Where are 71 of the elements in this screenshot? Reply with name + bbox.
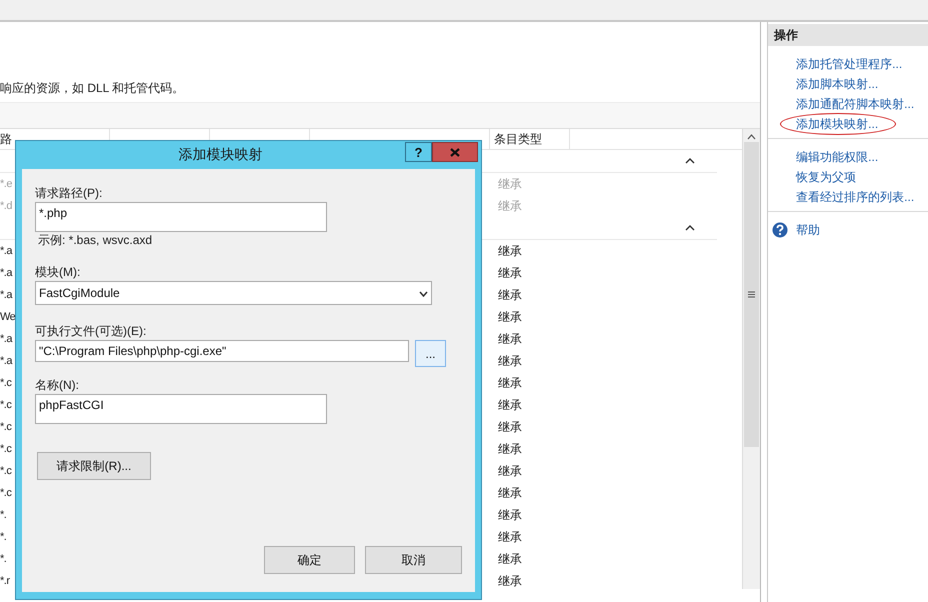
action-link[interactable]: 查看经过排序的列表...: [796, 188, 914, 206]
entry-type-cell: 继承: [498, 464, 522, 478]
entry-type-cell: 继承: [498, 266, 522, 280]
entry-type-cell: 继承: [498, 530, 522, 544]
entry-type-cell: 继承: [498, 442, 522, 456]
entry-type-cell: 继承: [498, 288, 522, 302]
entry-type-cell: 继承: [498, 420, 522, 434]
entry-type-cell: 继承: [498, 244, 522, 258]
action-link[interactable]: 帮助: [796, 222, 820, 238]
entry-type-cell: 继承: [498, 398, 522, 412]
entry-type-cell: 继承: [498, 486, 522, 500]
close-button[interactable]: [432, 142, 478, 162]
field-label: 请求路径(P):: [35, 185, 104, 202]
action-link[interactable]: 添加脚本映射...: [796, 76, 878, 92]
path-cell: *.a: [0, 245, 12, 257]
executable-field[interactable]: "C:\Program Files\php\php-cgi.exe": [35, 340, 409, 362]
path-cell: *.: [0, 553, 6, 565]
path-cell: *.c: [0, 487, 12, 499]
path-cell: *.d: [0, 200, 12, 212]
path-cell: *.a: [0, 267, 12, 279]
path-cell: *.c: [0, 465, 12, 477]
browse-button[interactable]: ...: [415, 340, 446, 367]
entry-type-cell: 继承: [498, 376, 522, 390]
cancel-button[interactable]: 取消: [365, 546, 462, 574]
module-dropdown[interactable]: FastCgiModule: [35, 281, 432, 305]
entry-type-cell: 继承: [498, 508, 522, 522]
action-link[interactable]: 添加模块映射...: [796, 116, 878, 132]
scrollbar[interactable]: [742, 129, 760, 589]
ok-button[interactable]: 确定: [264, 546, 355, 574]
path-cell: *.c: [0, 399, 12, 411]
path-cell: *.a: [0, 289, 12, 301]
path-cell: *.a: [0, 355, 12, 367]
text-field[interactable]: phpFastCGI: [35, 394, 327, 424]
entry-type-cell: 继承: [498, 198, 522, 212]
scroll-thumb[interactable]: [744, 142, 760, 447]
field-label: 可执行文件(可选)(E):: [35, 323, 148, 340]
dialog-title: 添加模块映射: [178, 146, 264, 164]
entry-type-cell: 继承: [498, 332, 522, 346]
scroll-up-icon[interactable]: [747, 134, 756, 140]
entry-type-cell: 继承: [498, 354, 522, 368]
entry-type-cell: 继承: [498, 552, 522, 566]
path-cell: *.r: [0, 575, 10, 587]
action-link[interactable]: 恢复为父项: [796, 168, 856, 186]
help-button[interactable]: ?: [405, 142, 432, 162]
entry-type-cell: 继承: [498, 310, 522, 324]
field-label: 模块(M):: [35, 264, 82, 281]
path-cell: *.c: [0, 443, 12, 455]
hint-text: 示例: *.bas, wsvc.axd: [38, 232, 154, 248]
field-label: 名称(N):: [35, 377, 80, 394]
path-cell: *.e: [0, 178, 12, 190]
path-cell: *.c: [0, 421, 12, 433]
collapse-icon[interactable]: [685, 158, 696, 164]
column-header[interactable]: 条目类型: [494, 132, 542, 146]
action-link[interactable]: 添加通配符脚本映射...: [796, 96, 914, 112]
actions-title: 操作: [768, 24, 928, 46]
close-icon[interactable]: [450, 148, 460, 156]
help-icon[interactable]: [772, 222, 788, 238]
path-cell: We: [0, 311, 16, 323]
collapse-icon[interactable]: [685, 225, 696, 231]
action-link[interactable]: 添加托管处理程序...: [796, 56, 902, 72]
request-restrictions-button[interactable]: 请求限制(R)...: [37, 452, 151, 480]
description-text: 响应的资源，如 DLL 和托管代码。: [0, 80, 186, 97]
entry-type-cell: 继承: [498, 176, 522, 190]
column-header[interactable]: 路: [0, 132, 12, 146]
entry-type-cell: 继承: [498, 574, 522, 588]
text-field[interactable]: *.php: [35, 202, 327, 232]
path-cell: *.: [0, 531, 6, 543]
path-cell: *.: [0, 509, 6, 521]
action-link[interactable]: 编辑功能权限...: [796, 148, 878, 166]
path-cell: *.c: [0, 377, 12, 389]
path-cell: *.a: [0, 333, 12, 345]
